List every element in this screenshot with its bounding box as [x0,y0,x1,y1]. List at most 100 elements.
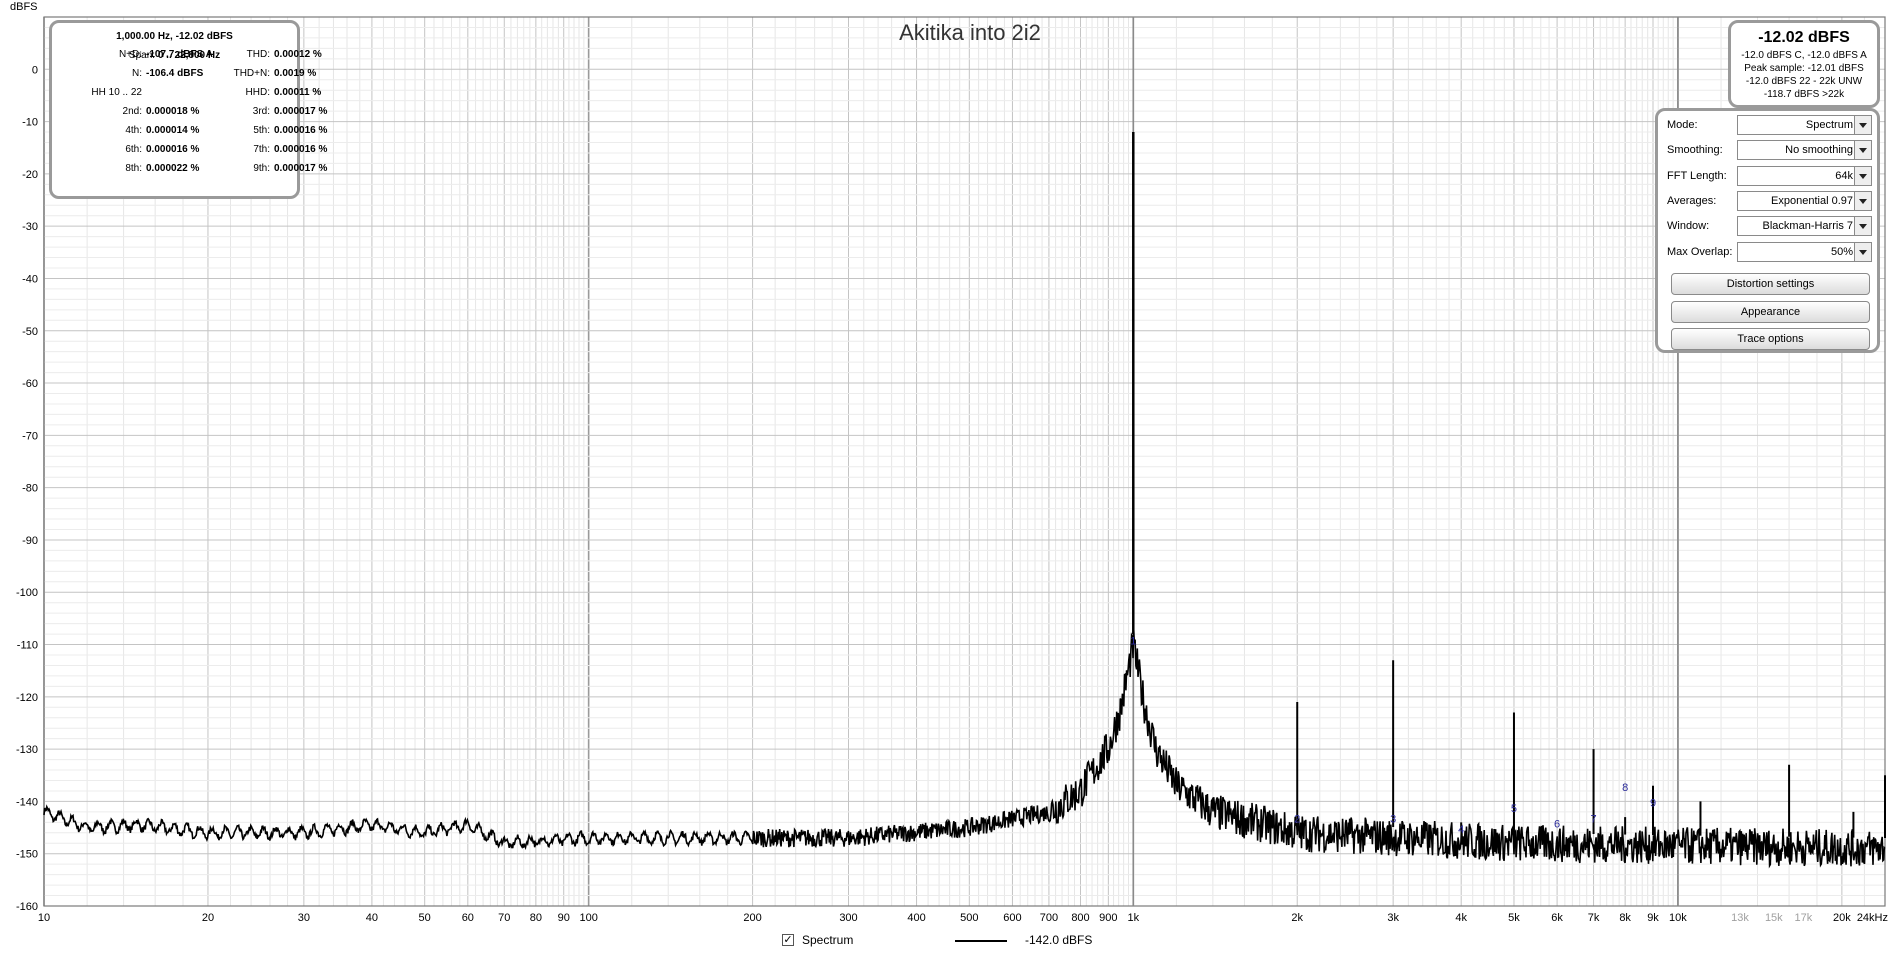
harmonic-marker: 1 [1130,636,1136,648]
stats-right-label: THD+N: [233,68,270,79]
trace-options-button[interactable]: Trace options [1671,328,1870,350]
window-value: Blackman-Harris 7 [1762,220,1853,233]
x-tick-label: 4k [1455,912,1467,924]
y-tick-label: -120 [16,692,38,704]
chevron-down-icon[interactable] [1854,116,1871,134]
x-tick-label: 20 [202,912,214,924]
averages-select[interactable]: Exponential 0.97 [1737,190,1872,211]
max-overlap-row: Max Overlap: 50% [1667,241,1877,262]
x-tick-label: 5k [1508,912,1520,924]
harmonic-marker: 3 [1390,813,1396,825]
y-tick-label: -110 [17,640,38,652]
smoothing-label: Smoothing: [1667,144,1723,157]
x-tick-label: 9k [1647,912,1659,924]
max-overlap-label: Max Overlap: [1667,245,1733,258]
x-tick-label: 60 [462,912,474,924]
level-main-value: -12.02 dBFS [1758,29,1850,46]
x-tick-label: 20k [1833,912,1851,924]
stats-right-label: 3rd: [252,106,270,117]
x-tick-label: 700 [1040,912,1058,924]
x-tick-label: 24kHz [1857,912,1888,924]
stats-left-label: N: [132,68,142,79]
fft-length-select[interactable]: 64k [1737,165,1872,186]
legend-level-readout: -142.0 dBFS [1025,933,1093,947]
x-tick-label: 7k [1588,912,1600,924]
chevron-down-icon[interactable] [1854,166,1871,185]
distortion-stats-panel: 1,000.00 Hz, -12.02 dBFS Span: 0 .. 22,8… [49,20,327,199]
max-overlap-select[interactable]: 50% [1737,241,1872,262]
legend-series-name: Spectrum [802,933,854,947]
chevron-down-icon[interactable] [1854,191,1871,210]
y-axis-unit-label: dBFS [10,1,38,13]
distortion-settings-button[interactable]: Distortion settings [1671,273,1870,295]
stats-right-label: HHD: [245,87,270,98]
stats-right-value: 0.00011 % [274,87,322,98]
y-tick-label: -100 [16,587,38,599]
harmonic-marker: 5 [1511,803,1517,815]
x-tick-label: 10 [38,912,50,924]
stats-left-label: 2nd: [122,106,142,117]
x-tick-label: 30 [298,912,310,924]
averages-row: Averages: Exponential 0.97 [1667,190,1877,211]
window-select[interactable]: Blackman-Harris 7 [1737,216,1872,237]
mode-value: Spectrum [1805,119,1853,131]
y-tick-label: -20 [22,169,38,181]
chevron-down-icon[interactable] [1854,217,1871,236]
y-tick-label: -80 [22,483,38,495]
x-tick-label: 900 [1099,912,1117,924]
analyzer-controls-panel: Mode: Spectrum Smoothing: No smoothing FFT L… [1655,108,1880,353]
y-tick-label: -60 [22,378,38,390]
stats-right-value: 0.000016 % [274,125,328,136]
mode-select[interactable]: Spectrum [1737,115,1872,135]
stats-right-label: 5th: [253,125,270,136]
stats-left-label: 4th: [125,125,142,136]
max-overlap-value: 50% [1830,245,1853,258]
smoothing-select[interactable]: No smoothing [1737,140,1872,161]
stats-right-label: 7th: [253,144,270,155]
x-tick-label: 400 [907,912,925,924]
y-tick-label: -30 [22,221,38,233]
appearance-button[interactable]: Appearance [1671,300,1870,323]
mode-row: Mode: Spectrum [1667,115,1877,135]
legend-line-swatch [955,940,1007,942]
stats-right-value: 0.00012 % [274,49,322,60]
x-tick-label: 3k [1387,912,1399,924]
fft-length-label: FFT Length: [1667,169,1727,182]
y-tick-label: -150 [16,849,38,861]
spectrum-visibility-checkbox[interactable]: ✓ [782,934,794,946]
fft-length-row: FFT Length: 64k [1667,165,1877,186]
chevron-down-icon[interactable] [1854,242,1871,261]
level-line: -12.0 dBFS 22 - 22k UNW [1745,76,1863,87]
x-tick-label: 300 [839,912,857,924]
legend: ✓ Spectrum -142.0 dBFS [0,932,1900,952]
window-row: Window: Blackman-Harris 7 [1667,216,1877,237]
x-tick-label: 600 [1003,912,1021,924]
fft-length-value: 64k [1835,169,1853,182]
x-tick-label: 15k [1765,912,1783,924]
x-tick-label: 8k [1619,912,1631,924]
x-tick-label: 100 [579,912,597,924]
x-tick-label: 13k [1731,912,1749,924]
x-tick-label: 17k [1795,912,1813,924]
x-tick-label: 70 [498,912,510,924]
chevron-down-icon[interactable] [1854,141,1871,160]
y-tick-label: -10 [22,117,38,129]
stats-left-label: 8th: [125,163,142,174]
stats-left-label: HH 10 .. 22 [91,87,142,98]
harmonic-marker: 6 [1554,819,1560,831]
harmonic-marker: 9 [1650,798,1656,810]
y-tick-label: 0 [32,64,38,76]
level-line: -118.7 dBFS >22k [1763,89,1845,100]
window-label: Window: [1667,220,1710,233]
stats-right-label: THD: [246,49,270,60]
x-tick-label: 1k [1127,912,1139,924]
level-line: -12.0 dBFS C, -12.0 dBFS A [1741,50,1867,61]
x-tick-label: 2k [1291,912,1303,924]
x-tick-label: 800 [1071,912,1089,924]
x-tick-label: 40 [366,912,378,924]
harmonic-marker: 4 [1458,824,1464,836]
y-tick-label: -160 [16,901,38,913]
y-tick-label: -140 [16,796,38,808]
averages-value: Exponential 0.97 [1771,194,1853,207]
stats-right-value: 0.000017 % [274,163,328,174]
